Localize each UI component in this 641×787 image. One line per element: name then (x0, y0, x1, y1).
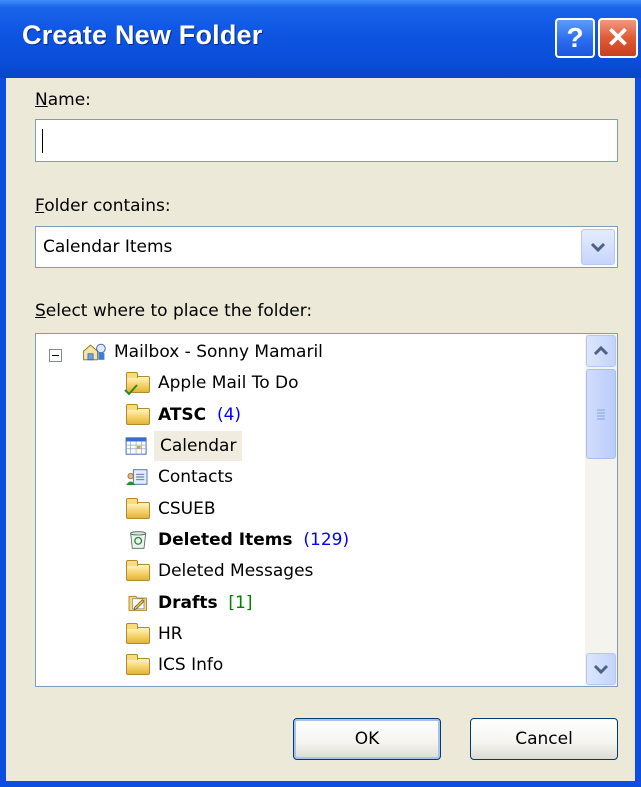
scroll-down-button[interactable] (586, 653, 616, 685)
unread-count: (4) (216, 405, 242, 425)
tree-item-ics-info[interactable]: ICS Info (36, 650, 576, 680)
tree-item-hr[interactable]: HR (36, 619, 576, 649)
checkmark-icon (124, 384, 138, 396)
tree-item-atsc[interactable]: ATSC (4) (36, 400, 576, 430)
tree-item-label: CSUEB (158, 499, 216, 519)
contacts-icon (126, 469, 148, 486)
tree-item-contacts[interactable]: Contacts (36, 462, 576, 492)
tree-item-deleted-items[interactable]: Deleted Items (129) (36, 525, 576, 555)
tree-item-drafts[interactable]: Drafts [1] (36, 588, 576, 618)
folder-icon (126, 654, 150, 675)
dropdown-arrow-button[interactable] (581, 229, 615, 265)
recycle-bin-icon (130, 531, 147, 549)
folder-contains-label: Folder contains: (35, 196, 171, 216)
tree-item-label: Deleted Messages (158, 561, 314, 581)
tree-item-label: ATSC (158, 405, 207, 425)
name-label: Name: (35, 90, 91, 110)
tree-item-calendar[interactable]: Calendar (36, 431, 576, 461)
drafts-icon (128, 595, 147, 611)
tree-item-label: Apple Mail To Do (158, 373, 299, 393)
folder-icon (126, 623, 150, 644)
text-caret (42, 129, 43, 153)
tree-item-label: HR (158, 624, 183, 644)
cancel-button[interactable]: Cancel (470, 718, 618, 760)
tree-root-item[interactable]: Mailbox - Sonny Mamaril (36, 337, 576, 367)
chevron-down-icon (590, 242, 606, 253)
tree-item-deleted-messages[interactable]: Deleted Messages (36, 556, 576, 586)
dialog-title: Create New Folder (22, 20, 263, 50)
close-button[interactable]: ✕ (598, 18, 638, 58)
folder-contains-select[interactable]: Calendar Items (35, 226, 618, 268)
folder-tree[interactable]: Mailbox - Sonny Mamaril Apple Mail To Do… (35, 333, 618, 687)
title-bar[interactable]: Create New Folder ? ✕ (0, 0, 641, 78)
help-button[interactable]: ? (555, 18, 595, 58)
close-icon: ✕ (606, 22, 630, 53)
tree-item-label: Drafts (158, 593, 218, 613)
tree-item-label: Calendar (154, 431, 243, 461)
draft-count: [1] (228, 593, 253, 613)
tree-item-label: Deleted Items (158, 530, 293, 550)
location-label: Select where to place the folder: (35, 301, 313, 321)
dialog-body: Name: Folder contains: Calendar Items Se… (6, 78, 635, 781)
collapse-toggle-icon[interactable] (49, 349, 62, 362)
mailbox-icon (83, 343, 106, 361)
unread-count: (129) (303, 530, 350, 550)
folder-icon (126, 560, 150, 581)
tree-scrollbar[interactable] (585, 334, 617, 686)
tree-item-apple-mail-to-do[interactable]: Apple Mail To Do (36, 368, 576, 398)
scroll-up-button[interactable] (586, 335, 616, 367)
tree-item-label: Contacts (158, 467, 233, 487)
help-icon: ? (566, 22, 584, 53)
folder-icon (126, 498, 150, 519)
tree-item-label: ICS Info (158, 655, 224, 675)
scroll-thumb[interactable] (586, 369, 616, 459)
tree-root-label: Mailbox - Sonny Mamaril (114, 342, 323, 362)
chevron-up-icon (593, 345, 609, 356)
name-input[interactable] (35, 119, 618, 162)
grip-icon (597, 409, 605, 420)
calendar-icon (125, 437, 147, 455)
folder-icon (126, 404, 150, 425)
tree-item-csueb[interactable]: CSUEB (36, 494, 576, 524)
folder-contains-value: Calendar Items (43, 237, 173, 257)
create-new-folder-dialog: Create New Folder ? ✕ Name: Folder conta… (0, 0, 641, 787)
ok-button[interactable]: OK (293, 718, 441, 760)
chevron-down-icon (593, 664, 609, 675)
